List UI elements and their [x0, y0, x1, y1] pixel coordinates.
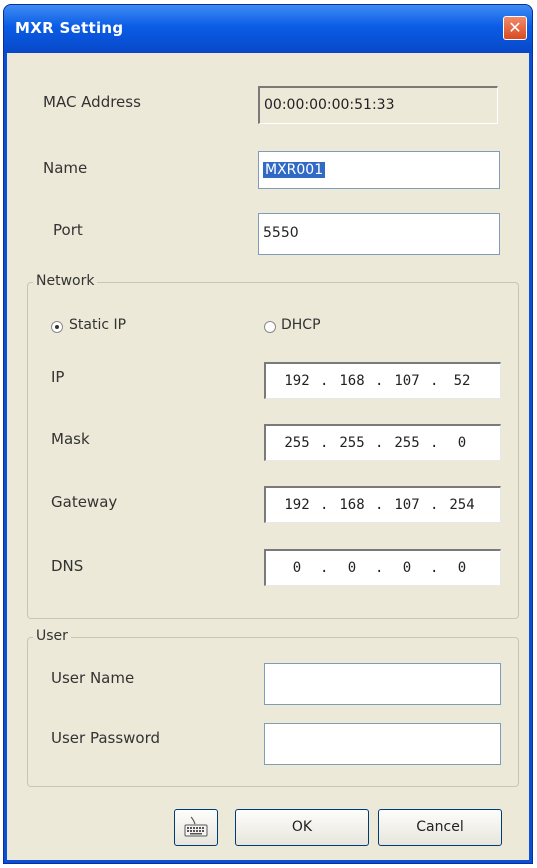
ip-label: IP — [51, 368, 65, 386]
dns-input[interactable]: 0 . 0 . 0 . 0 — [264, 549, 501, 586]
name-input[interactable]: MXR001 — [258, 151, 500, 189]
keyboard-icon — [184, 816, 208, 837]
ip-address-input[interactable]: 192 . 168 . 107 . 52 — [264, 362, 501, 399]
user-legend: User — [33, 628, 71, 644]
cancel-button[interactable]: Cancel — [378, 809, 502, 846]
dialog-window: MXR Setting ✕ MAC Address 00:00:00:00:51… — [3, 4, 533, 864]
static-ip-label[interactable]: Static IP — [69, 317, 126, 333]
window-title: MXR Setting — [15, 19, 124, 37]
mask-input[interactable]: 255 . 255 . 255 . 0 — [264, 424, 501, 461]
mac-address-field: 00:00:00:00:51:33 — [258, 86, 498, 124]
name-label: Name — [43, 159, 88, 177]
user-password-input[interactable] — [264, 723, 501, 765]
gateway-label: Gateway — [51, 493, 118, 511]
network-legend: Network — [33, 273, 98, 289]
mac-address-label: MAC Address — [43, 93, 141, 111]
close-icon: ✕ — [508, 18, 522, 37]
ok-button[interactable]: OK — [235, 809, 369, 846]
gateway-input[interactable]: 192 . 168 . 107 . 254 — [264, 486, 501, 523]
dialog-body: MAC Address 00:00:00:00:51:33 Name MXR00… — [7, 53, 529, 860]
keyboard-button[interactable] — [174, 809, 218, 846]
user-name-input[interactable] — [264, 663, 501, 705]
dhcp-radio[interactable] — [264, 321, 276, 333]
mask-label: Mask — [51, 430, 90, 448]
title-bar[interactable]: MXR Setting ✕ — [4, 5, 532, 53]
port-label: Port — [53, 221, 83, 239]
radio-selected-dot — [55, 325, 59, 329]
dns-label: DNS — [51, 557, 84, 575]
user-password-label: User Password — [51, 729, 161, 747]
close-button[interactable]: ✕ — [503, 16, 527, 40]
port-input[interactable]: 5550 — [258, 213, 500, 255]
static-ip-radio[interactable] — [51, 321, 63, 333]
user-name-label: User Name — [51, 669, 135, 687]
dhcp-label[interactable]: DHCP — [281, 317, 321, 333]
